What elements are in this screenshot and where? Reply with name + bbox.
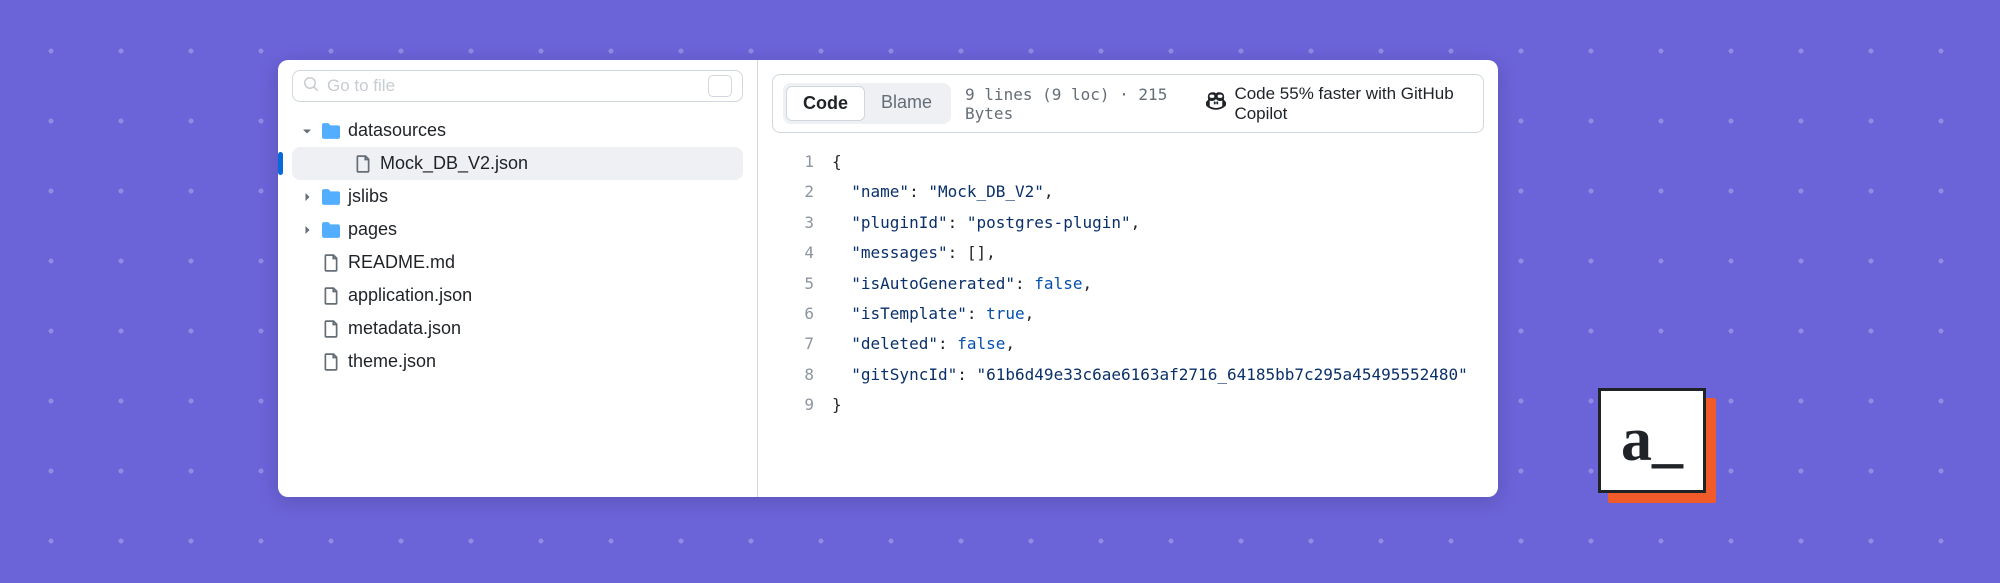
line-numbers: 123456789	[772, 147, 832, 421]
code-line: "gitSyncId": "61b6d49e33c6ae6163af2716_6…	[832, 360, 1484, 390]
file-application-json[interactable]: application.json	[292, 279, 743, 312]
folder-datasources[interactable]: datasources	[292, 114, 743, 147]
chevron-right-icon	[300, 224, 314, 236]
search-icon	[303, 76, 319, 97]
line-number: 9	[772, 390, 814, 420]
file-tree-sidebar: datasources Mock_DB_V2.jsonjslibs pages REA…	[278, 60, 758, 497]
line-number: 6	[772, 299, 814, 329]
file-meta: 9 lines (9 loc) · 215 Bytes	[965, 85, 1192, 123]
line-number: 7	[772, 329, 814, 359]
tree-item-label: datasources	[348, 120, 446, 141]
code-content: { "name": "Mock_DB_V2", "pluginId": "pos…	[832, 147, 1484, 421]
chevron-down-icon	[300, 125, 314, 137]
file-icon	[322, 353, 340, 371]
code-viewer: 123456789 { "name": "Mock_DB_V2", "plugi…	[772, 147, 1484, 421]
tree-item-label: pages	[348, 219, 397, 240]
file-readme-md[interactable]: README.md	[292, 246, 743, 279]
copilot-icon	[1206, 91, 1226, 116]
folder-jslibs[interactable]: jslibs	[292, 180, 743, 213]
file-mock-db-v2-json[interactable]: Mock_DB_V2.json	[292, 147, 743, 180]
search-input[interactable]	[327, 76, 700, 96]
view-mode-tabs: Code Blame	[783, 83, 951, 124]
file-icon	[322, 254, 340, 272]
tree-item-label: application.json	[348, 285, 472, 306]
line-number: 8	[772, 360, 814, 390]
folder-icon	[322, 122, 340, 140]
file-toolbar: Code Blame 9 lines (9 loc) · 215 Bytes C…	[772, 74, 1484, 133]
code-line: "name": "Mock_DB_V2",	[832, 177, 1484, 207]
code-line: "messages": [],	[832, 238, 1484, 268]
tree-item-label: jslibs	[348, 186, 388, 207]
file-icon	[322, 320, 340, 338]
tree-item-label: theme.json	[348, 351, 436, 372]
tab-blame[interactable]: Blame	[865, 86, 948, 121]
file-view-main: Code Blame 9 lines (9 loc) · 215 Bytes C…	[758, 60, 1498, 497]
logo-front: a_	[1598, 388, 1706, 493]
line-number: 3	[772, 208, 814, 238]
code-line: "pluginId": "postgres-plugin",	[832, 208, 1484, 238]
github-window: datasources Mock_DB_V2.jsonjslibs pages REA…	[278, 60, 1498, 497]
line-number: 1	[772, 147, 814, 177]
file-metadata-json[interactable]: metadata.json	[292, 312, 743, 345]
code-line: "deleted": false,	[832, 329, 1484, 359]
file-icon	[322, 287, 340, 305]
keyboard-hint-icon	[708, 75, 732, 97]
code-line: {	[832, 147, 1484, 177]
code-line: "isTemplate": true,	[832, 299, 1484, 329]
code-line: "isAutoGenerated": false,	[832, 269, 1484, 299]
tab-code[interactable]: Code	[786, 86, 865, 121]
tree-item-label: README.md	[348, 252, 455, 273]
folder-pages[interactable]: pages	[292, 213, 743, 246]
code-line: }	[832, 390, 1484, 420]
appsmith-logo: a_	[1598, 388, 1706, 493]
chevron-right-icon	[300, 191, 314, 203]
folder-icon	[322, 221, 340, 239]
folder-icon	[322, 188, 340, 206]
tree-item-label: Mock_DB_V2.json	[380, 153, 528, 174]
line-number: 4	[772, 238, 814, 268]
line-number: 2	[772, 177, 814, 207]
line-number: 5	[772, 269, 814, 299]
copilot-promo-text: Code 55% faster with GitHub Copilot	[1234, 84, 1473, 124]
tree-item-label: metadata.json	[348, 318, 461, 339]
file-icon	[354, 155, 372, 173]
copilot-promo[interactable]: Code 55% faster with GitHub Copilot	[1206, 84, 1473, 124]
file-theme-json[interactable]: theme.json	[292, 345, 743, 378]
file-search[interactable]	[292, 70, 743, 102]
